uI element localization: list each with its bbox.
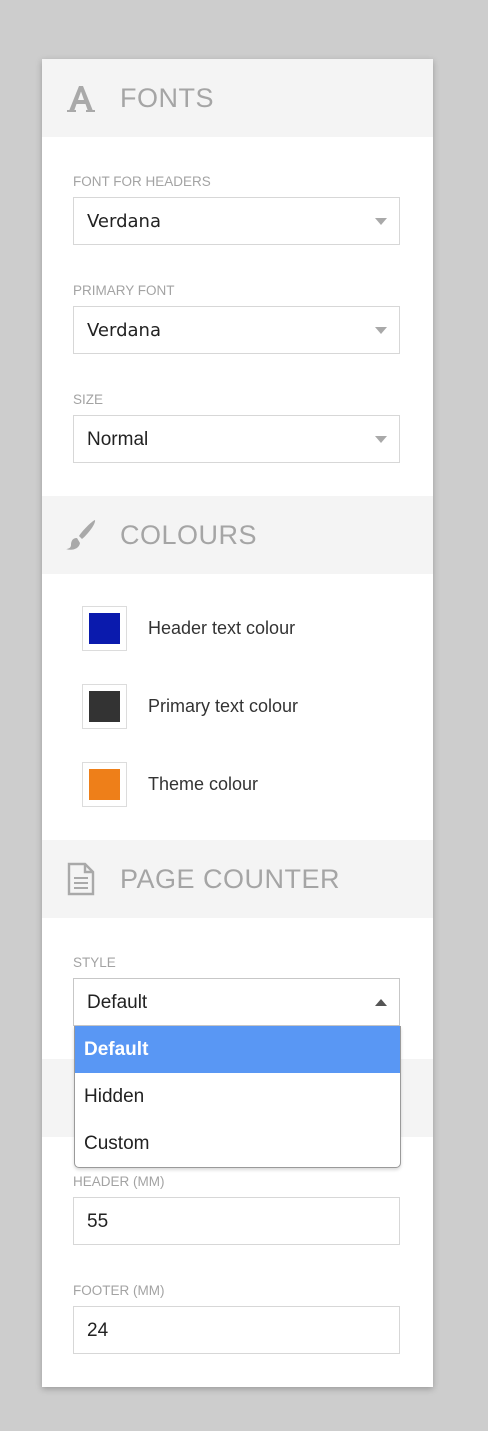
font-letter-a-icon	[64, 81, 98, 115]
fonts-section-title: FONTS	[120, 83, 214, 113]
style-select[interactable]: Default	[73, 978, 400, 1026]
colours-section-title: COLOURS	[120, 520, 258, 550]
footer-margin-label: FOOTER (MM)	[73, 1283, 165, 1298]
style-option-default[interactable]: Default	[75, 1026, 400, 1073]
chevron-down-icon	[375, 436, 387, 443]
fonts-section-header: FONTS	[42, 59, 433, 137]
style-label: STYLE	[73, 955, 116, 970]
theme-colour-fill	[89, 769, 120, 800]
chevron-up-icon	[375, 999, 387, 1006]
style-option-label: Custom	[84, 1133, 150, 1154]
style-option-hidden[interactable]: Hidden	[75, 1073, 400, 1120]
page-counter-section-title: PAGE COUNTER	[120, 864, 341, 894]
chevron-down-icon	[375, 327, 387, 334]
footer-margin-value: 24	[87, 1320, 109, 1341]
settings-panel: FONTS FONT FOR HEADERS Verdana PRIMARY F…	[42, 59, 433, 1387]
header-text-colour-swatch[interactable]	[82, 606, 127, 651]
colours-section-header: COLOURS	[42, 496, 433, 574]
primary-font-label: PRIMARY FONT	[73, 283, 175, 298]
style-option-label: Default	[84, 1039, 149, 1060]
page-counter-section-header: PAGE COUNTER	[42, 840, 433, 918]
primary-text-colour-fill	[89, 691, 120, 722]
chevron-down-icon	[375, 218, 387, 225]
header-text-colour-fill	[89, 613, 120, 644]
header-font-select[interactable]: Verdana	[73, 197, 400, 245]
theme-colour-label: Theme colour	[148, 774, 259, 794]
header-font-value: Verdana	[87, 211, 161, 232]
header-text-colour-label: Header text colour	[148, 618, 296, 638]
header-font-label: FONT FOR HEADERS	[73, 174, 211, 189]
primary-text-colour-row[interactable]: Primary text colour	[82, 684, 402, 730]
theme-colour-row[interactable]: Theme colour	[82, 762, 402, 808]
primary-text-colour-swatch[interactable]	[82, 684, 127, 729]
header-margin-value: 55	[87, 1211, 109, 1232]
theme-colour-swatch[interactable]	[82, 762, 127, 807]
header-margin-label: HEADER (MM)	[73, 1174, 165, 1189]
style-dropdown-list: Default Hidden Custom	[74, 1026, 401, 1168]
header-text-colour-row[interactable]: Header text colour	[82, 606, 402, 652]
footer-margin-input[interactable]: 24	[73, 1306, 400, 1354]
primary-font-value: Verdana	[87, 320, 161, 341]
primary-text-colour-label: Primary text colour	[148, 696, 299, 716]
size-value: Normal	[87, 429, 149, 450]
style-option-custom[interactable]: Custom	[75, 1120, 400, 1167]
style-option-label: Hidden	[84, 1086, 145, 1107]
primary-font-select[interactable]: Verdana	[73, 306, 400, 354]
header-margin-input[interactable]: 55	[73, 1197, 400, 1245]
size-select[interactable]: Normal	[73, 415, 400, 463]
paintbrush-icon	[64, 518, 98, 552]
document-icon	[64, 862, 98, 896]
size-label: SIZE	[73, 392, 104, 407]
style-value: Default	[87, 992, 148, 1013]
